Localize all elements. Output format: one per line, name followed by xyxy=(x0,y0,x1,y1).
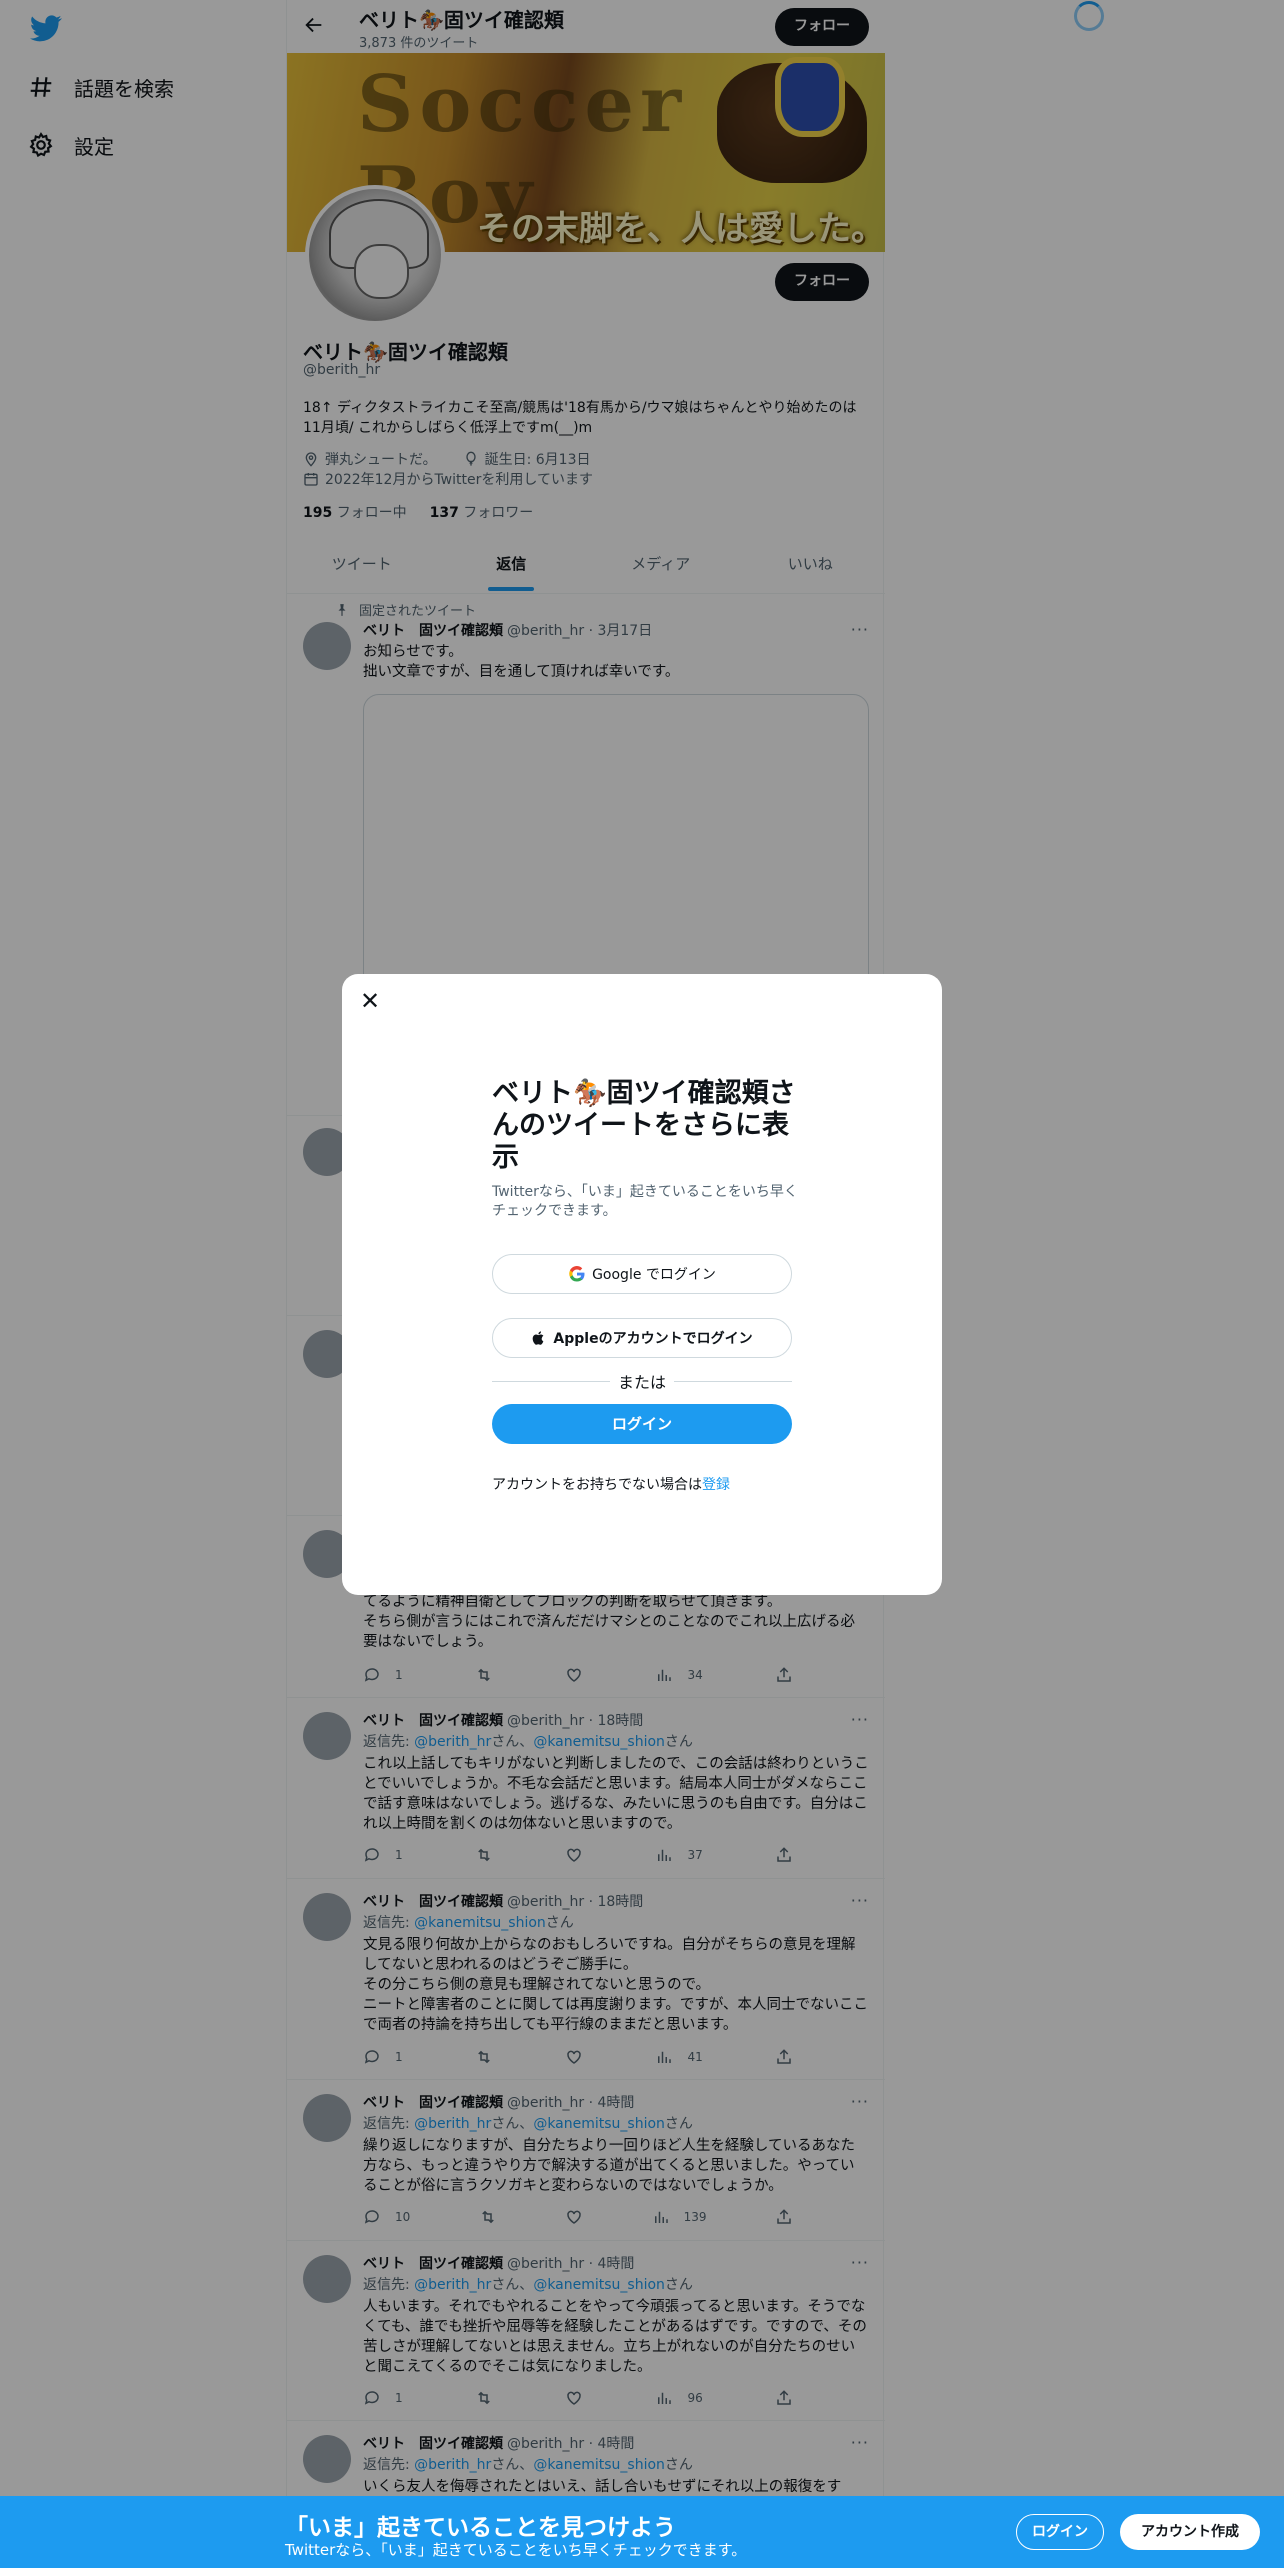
close-icon[interactable]: ✕ xyxy=(358,989,382,1014)
google-icon xyxy=(569,1266,585,1282)
apple-login-label: Appleのアカウントでログイン xyxy=(553,1331,753,1347)
login-button[interactable]: ログイン xyxy=(492,1404,792,1444)
bottom-bar-subtitle: Twitterなら、「いま」起きていることをいち早くチェックできます。 xyxy=(285,2541,747,2559)
bottom-signup-bar: 「いま」起きていることを見つけよう Twitterなら、「いま」起きていることを… xyxy=(0,2496,1284,2568)
login-modal: ✕ ベリト🏇固ツイ確認頬さんのツイートをさらに表示 Twitterなら、「いま」… xyxy=(342,974,942,1595)
signup-text: アカウントをお持ちでない場合は xyxy=(492,1477,702,1493)
create-account-button[interactable]: アカウント作成 xyxy=(1120,2514,1260,2550)
apple-icon xyxy=(533,1331,544,1345)
signup-prompt: アカウントをお持ちでない場合は登録 xyxy=(492,1474,730,1494)
modal-description: Twitterなら、「いま」起きていることをいち早くチェックできます。 xyxy=(492,1184,798,1219)
or-divider: または xyxy=(492,1371,793,1392)
or-label: または xyxy=(618,1373,667,1392)
signup-link[interactable]: 登録 xyxy=(702,1477,730,1493)
bottom-bar-title: 「いま」起きていることを見つけよう xyxy=(285,2515,676,2541)
bottom-login-button[interactable]: ログイン xyxy=(1016,2514,1104,2550)
google-login-label: Google でログイン xyxy=(592,1267,716,1283)
page: 話題を検索 設定 ベリト🏇固ツイ確認頬 3,873 件のツイート フォロー So… xyxy=(0,0,1284,2568)
modal-title: ベリト🏇固ツイ確認頬さんのツイートをさらに表示 xyxy=(492,1078,796,1173)
google-login-button[interactable]: Google でログイン xyxy=(492,1254,792,1294)
apple-login-button[interactable]: Appleのアカウントでログイン xyxy=(492,1318,792,1358)
